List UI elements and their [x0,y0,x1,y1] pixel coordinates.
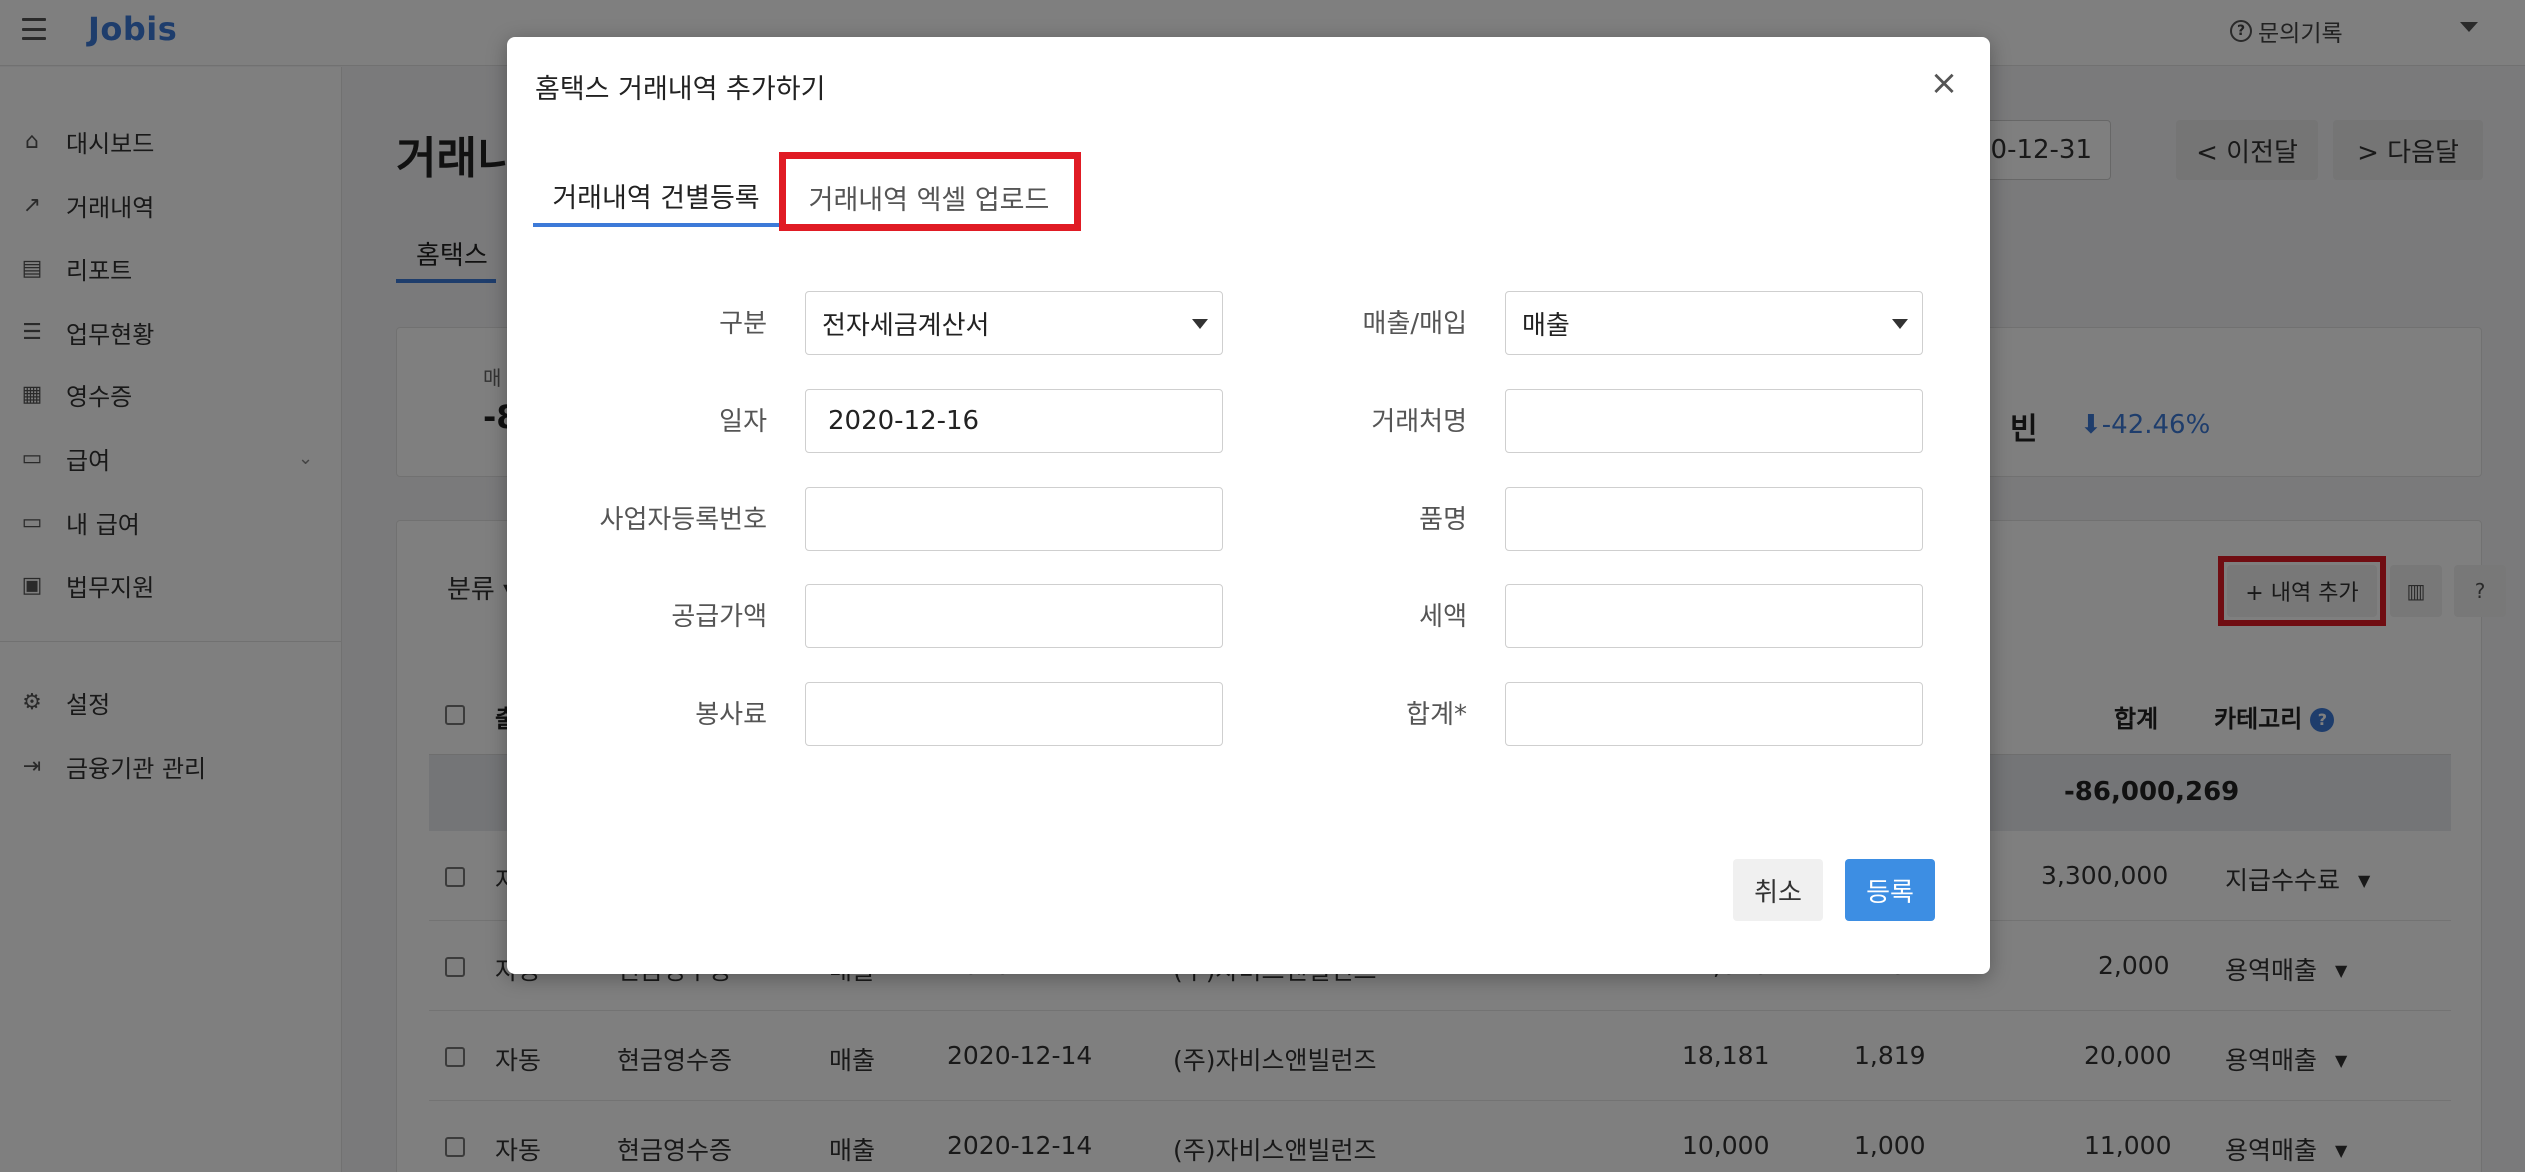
service-fee-label: 봉사료 [695,700,767,730]
type-value: 전자세금계산서 [822,310,990,341]
date-field[interactable]: 2020-12-16 [805,389,1223,453]
tax-label: 세액 [1419,602,1467,632]
biz-no-label: 사업자등록번호 [599,505,767,535]
type-label: 구분 [719,309,767,339]
item-field[interactable] [1505,487,1923,551]
direction-label: 매출/매입 [1362,309,1467,339]
type-select[interactable]: 전자세금계산서 [805,291,1223,355]
modal-title: 홈택스 거래내역 추가하기 [535,74,826,105]
total-field[interactable] [1505,682,1923,746]
partner-label: 거래처명 [1371,407,1467,437]
caret-down-icon [1892,319,1908,329]
supply-label: 공급가액 [671,602,767,632]
date-label: 일자 [719,407,767,437]
tax-field[interactable] [1505,584,1923,648]
total-label: 합계* [1406,700,1467,730]
submit-button[interactable]: 등록 [1845,859,1935,921]
add-transaction-modal: 홈택스 거래내역 추가하기 × 거래내역 건별등록 거래내역 엑셀 업로드 구분… [507,37,1990,974]
caret-down-icon [1192,319,1208,329]
item-label: 품명 [1419,505,1467,535]
service-fee-field[interactable] [805,682,1223,746]
modal-tabs: 거래내역 건별등록 거래내역 엑셀 업로드 [533,167,1963,227]
supply-field[interactable] [805,584,1223,648]
close-icon[interactable]: × [1929,66,1959,100]
highlight-box-excel-tab [779,152,1081,231]
cancel-button[interactable]: 취소 [1733,859,1823,921]
direction-select[interactable]: 매출 [1505,291,1923,355]
biz-no-field[interactable] [805,487,1223,551]
partner-field[interactable] [1505,389,1923,453]
tab-single-entry[interactable]: 거래내역 건별등록 [533,167,779,227]
direction-value: 매출 [1522,310,1570,341]
